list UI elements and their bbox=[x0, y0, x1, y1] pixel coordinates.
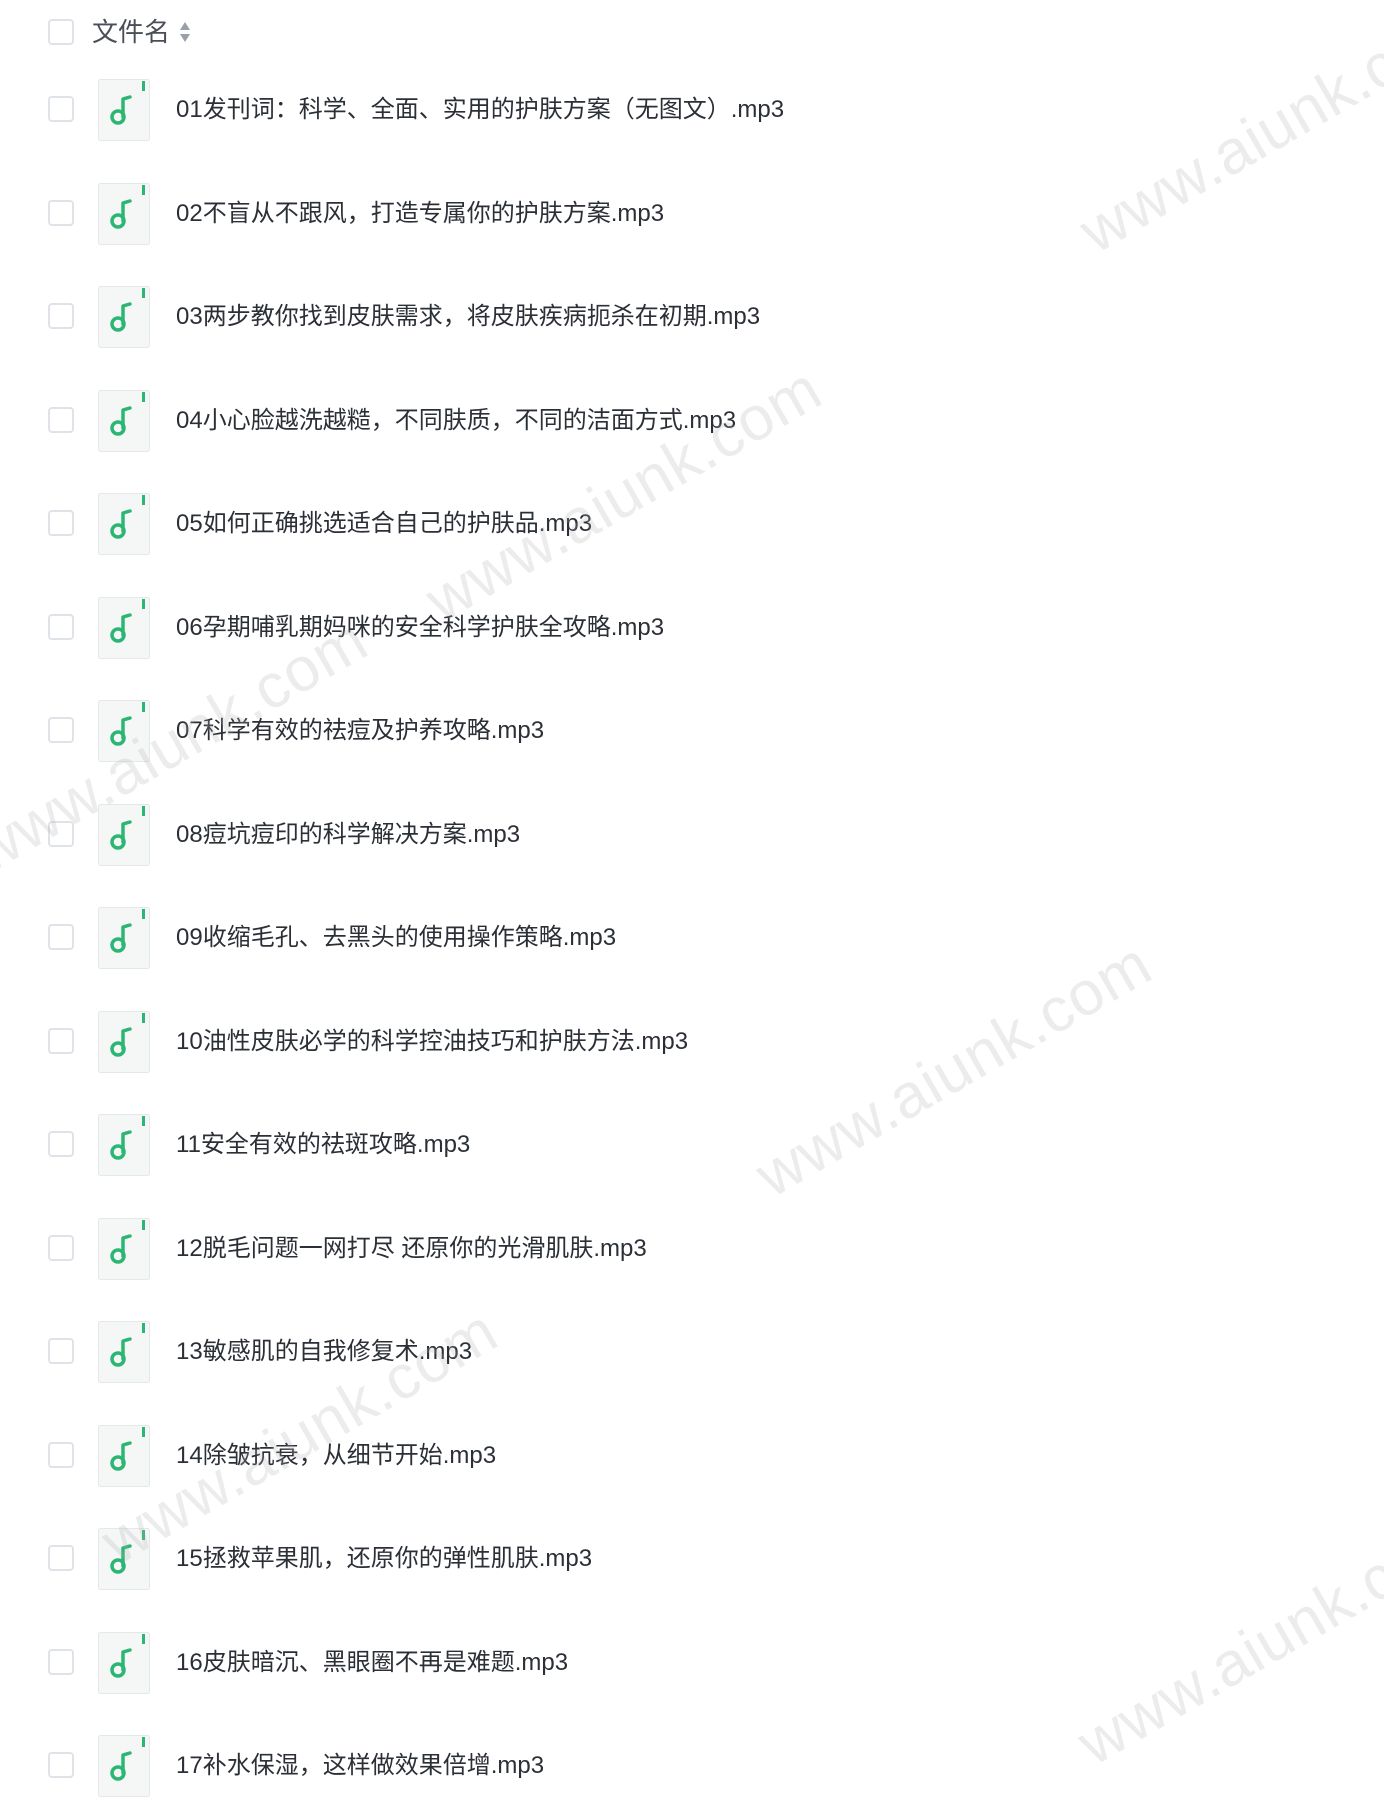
file-row[interactable]: 11安全有效的祛斑攻略.mp3 bbox=[0, 1094, 1384, 1198]
file-row[interactable]: 17补水保湿，这样做效果倍增.mp3 bbox=[0, 1715, 1384, 1819]
file-checkbox[interactable] bbox=[48, 924, 74, 950]
file-name[interactable]: 15拯救苹果肌，还原你的弹性肌肤.mp3 bbox=[176, 1541, 592, 1577]
music-file-icon bbox=[98, 907, 150, 969]
file-row[interactable]: 08痘坑痘印的科学解决方案.mp3 bbox=[0, 784, 1384, 888]
file-checkbox[interactable] bbox=[48, 717, 74, 743]
file-checkbox[interactable] bbox=[48, 1027, 74, 1054]
music-file-icon bbox=[98, 803, 150, 866]
music-file-icon bbox=[98, 182, 150, 245]
file-name[interactable]: 07科学有效的祛痘及护养攻略.mp3 bbox=[176, 713, 544, 749]
file-checkbox[interactable] bbox=[48, 1648, 74, 1675]
file-row[interactable]: 05如何正确挑选适合自己的护肤品.mp3 bbox=[0, 473, 1384, 577]
music-file-icon bbox=[98, 700, 150, 762]
music-file-icon bbox=[98, 1631, 150, 1694]
music-file-icon bbox=[98, 493, 150, 555]
file-name[interactable]: 04小心脸越洗越糙，不同肤质，不同的洁面方式.mp3 bbox=[176, 403, 736, 439]
file-row[interactable]: 15拯救苹果肌，还原你的弹性肌肤.mp3 bbox=[0, 1508, 1384, 1612]
file-name[interactable]: 12脱毛问题一网打尽 还原你的光滑肌肤.mp3 bbox=[176, 1231, 647, 1267]
music-file-icon bbox=[98, 79, 150, 141]
file-checkbox[interactable] bbox=[48, 510, 74, 536]
file-row[interactable]: 07科学有效的祛痘及护养攻略.mp3 bbox=[0, 680, 1384, 784]
file-checkbox[interactable] bbox=[48, 199, 74, 226]
music-file-icon bbox=[98, 1735, 150, 1797]
file-checkbox[interactable] bbox=[48, 1338, 74, 1364]
file-name[interactable]: 09收缩毛孔、去黑头的使用操作策略.mp3 bbox=[176, 920, 616, 956]
file-checkbox[interactable] bbox=[48, 1752, 74, 1778]
file-name[interactable]: 02不盲从不跟风，打造专属你的护肤方案.mp3 bbox=[176, 196, 664, 232]
file-row[interactable]: 14除皱抗衰，从细节开始.mp3 bbox=[0, 1405, 1384, 1509]
music-file-icon bbox=[98, 1114, 150, 1176]
file-checkbox[interactable] bbox=[48, 406, 74, 433]
file-name[interactable]: 11安全有效的祛斑攻略.mp3 bbox=[176, 1127, 470, 1163]
file-list: 01发刊词：科学、全面、实用的护肤方案（无图文）.mp3 02不盲从不跟风，打造专… bbox=[0, 0, 1384, 1797]
file-name[interactable]: 16皮肤暗沉、黑眼圈不再是难题.mp3 bbox=[176, 1645, 568, 1681]
file-checkbox[interactable] bbox=[48, 820, 74, 847]
music-file-icon bbox=[98, 286, 150, 348]
file-checkbox[interactable] bbox=[48, 1131, 74, 1157]
music-file-icon bbox=[98, 596, 150, 659]
file-name[interactable]: 10油性皮肤必学的科学控油技巧和护肤方法.mp3 bbox=[176, 1024, 688, 1060]
file-name[interactable]: 17补水保湿，这样做效果倍增.mp3 bbox=[176, 1748, 544, 1784]
file-name[interactable]: 01发刊词：科学、全面、实用的护肤方案（无图文）.mp3 bbox=[176, 92, 784, 128]
music-file-icon bbox=[98, 389, 150, 452]
file-row[interactable]: 16皮肤暗沉、黑眼圈不再是难题.mp3 bbox=[0, 1612, 1384, 1716]
file-name[interactable]: 08痘坑痘印的科学解决方案.mp3 bbox=[176, 817, 520, 853]
file-row[interactable]: 04小心脸越洗越糙，不同肤质，不同的洁面方式.mp3 bbox=[0, 370, 1384, 474]
file-checkbox[interactable] bbox=[48, 303, 74, 329]
file-name[interactable]: 03两步教你找到皮肤需求，将皮肤疾病扼杀在初期.mp3 bbox=[176, 299, 760, 335]
file-name[interactable]: 05如何正确挑选适合自己的护肤品.mp3 bbox=[176, 506, 592, 542]
file-row[interactable]: 03两步教你找到皮肤需求，将皮肤疾病扼杀在初期.mp3 bbox=[0, 266, 1384, 370]
music-file-icon bbox=[98, 1528, 150, 1590]
music-file-icon bbox=[98, 1424, 150, 1487]
file-row[interactable]: 06孕期哺乳期妈咪的安全科学护肤全攻略.mp3 bbox=[0, 577, 1384, 681]
file-checkbox[interactable] bbox=[48, 96, 74, 122]
file-checkbox[interactable] bbox=[48, 1234, 74, 1261]
music-file-icon bbox=[98, 1010, 150, 1073]
file-name[interactable]: 13敏感肌的自我修复术.mp3 bbox=[176, 1334, 472, 1370]
file-checkbox[interactable] bbox=[48, 1545, 74, 1571]
file-row[interactable]: 01发刊词：科学、全面、实用的护肤方案（无图文）.mp3 bbox=[0, 59, 1384, 163]
file-row[interactable]: 10油性皮肤必学的科学控油技巧和护肤方法.mp3 bbox=[0, 991, 1384, 1095]
file-row[interactable]: 09收缩毛孔、去黑头的使用操作策略.mp3 bbox=[0, 887, 1384, 991]
file-checkbox[interactable] bbox=[48, 1441, 74, 1468]
file-row[interactable]: 02不盲从不跟风，打造专属你的护肤方案.mp3 bbox=[0, 163, 1384, 267]
music-file-icon bbox=[98, 1217, 150, 1280]
file-row[interactable]: 13敏感肌的自我修复术.mp3 bbox=[0, 1301, 1384, 1405]
file-name[interactable]: 06孕期哺乳期妈咪的安全科学护肤全攻略.mp3 bbox=[176, 610, 664, 646]
music-file-icon bbox=[98, 1321, 150, 1383]
file-row[interactable]: 12脱毛问题一网打尽 还原你的光滑肌肤.mp3 bbox=[0, 1198, 1384, 1302]
file-name[interactable]: 14除皱抗衰，从细节开始.mp3 bbox=[176, 1438, 496, 1474]
file-checkbox[interactable] bbox=[48, 613, 74, 640]
